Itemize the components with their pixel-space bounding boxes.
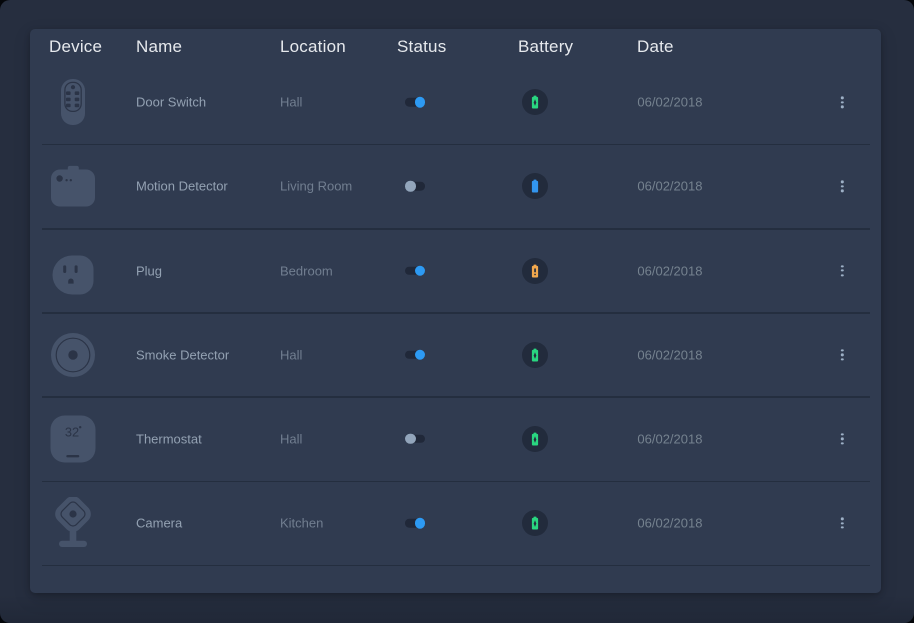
svg-text:32: 32 [65, 424, 79, 439]
